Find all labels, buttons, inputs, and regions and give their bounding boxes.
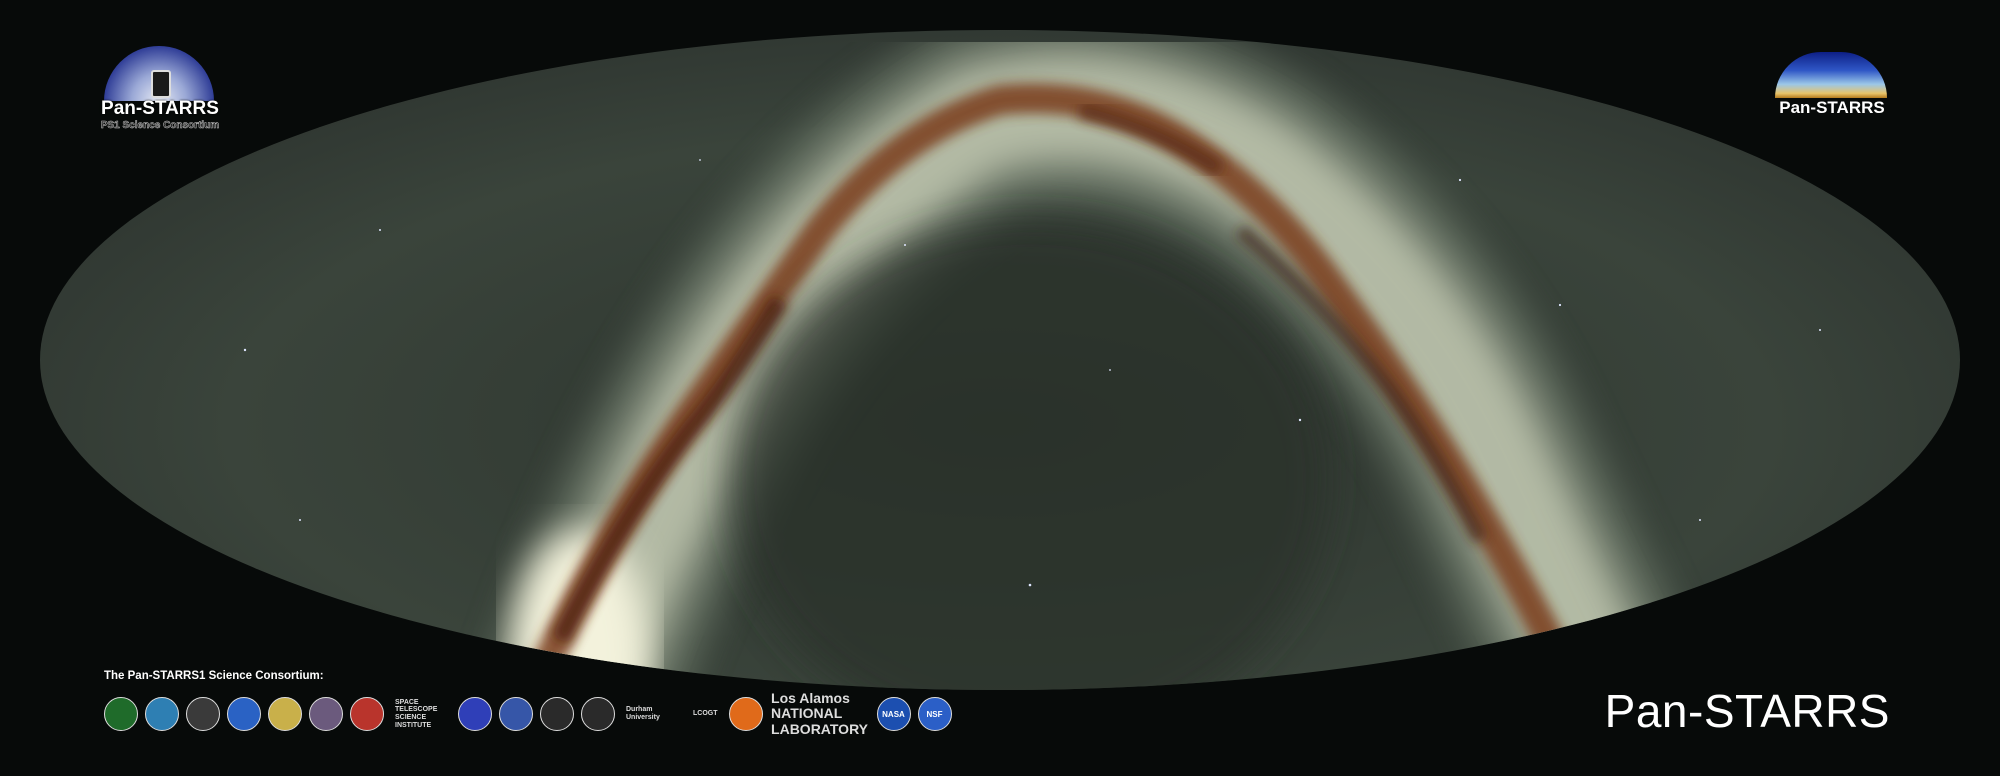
partner-seal-icon	[268, 697, 302, 731]
partner-seal-icon	[145, 697, 179, 731]
partner-shield-icon	[728, 697, 763, 731]
all-sky-image	[0, 0, 2000, 771]
logo-title-right: Pan-STARRS	[1779, 98, 1885, 117]
logo-title: Pan-STARRS	[101, 98, 219, 119]
partner-shield-icon	[309, 697, 343, 731]
logo-subtitle: PS1 Science Consortium	[100, 120, 220, 132]
partner-seal-icon	[227, 697, 261, 731]
partner-seal-icon	[104, 697, 138, 731]
partner-seal-icon	[581, 697, 615, 731]
mountain-sky-icon	[1775, 52, 1887, 98]
observatory-dome-icon	[104, 46, 214, 101]
partner-seal-icon	[458, 697, 492, 731]
pan-starrs-logo: Pan-STARRS	[1773, 52, 1891, 122]
consortium-label: The Pan-STARRS1 Science Consortium:	[104, 670, 324, 682]
brand-wordmark: Pan-STARRS	[1604, 685, 1890, 737]
durham-icon: Durham University	[626, 706, 660, 721]
partner-seal-icon	[540, 697, 574, 731]
milky-way-panorama	[40, 30, 1960, 690]
lcogt-icon: LCOGT	[693, 710, 718, 718]
nsf-icon: NSF	[917, 697, 952, 731]
pan-starrs-consortium-logo: Pan-STARRS PS1 Science Consortium	[98, 46, 222, 136]
partner-ring-icon	[186, 697, 220, 731]
partner-logo-strip: SPACE TELESCOPE SCIENCE INSTITUTE Durham …	[104, 689, 952, 737]
nasa-icon: NASA	[876, 697, 911, 731]
stsci-icon: SPACE TELESCOPE SCIENCE INSTITUTE	[395, 698, 438, 729]
los-alamos-icon: Los Alamos NATIONAL LABORATORY	[771, 689, 868, 737]
partner-seal-icon	[350, 697, 384, 731]
telescope-icon	[151, 70, 171, 98]
partner-seal-icon	[499, 697, 533, 731]
